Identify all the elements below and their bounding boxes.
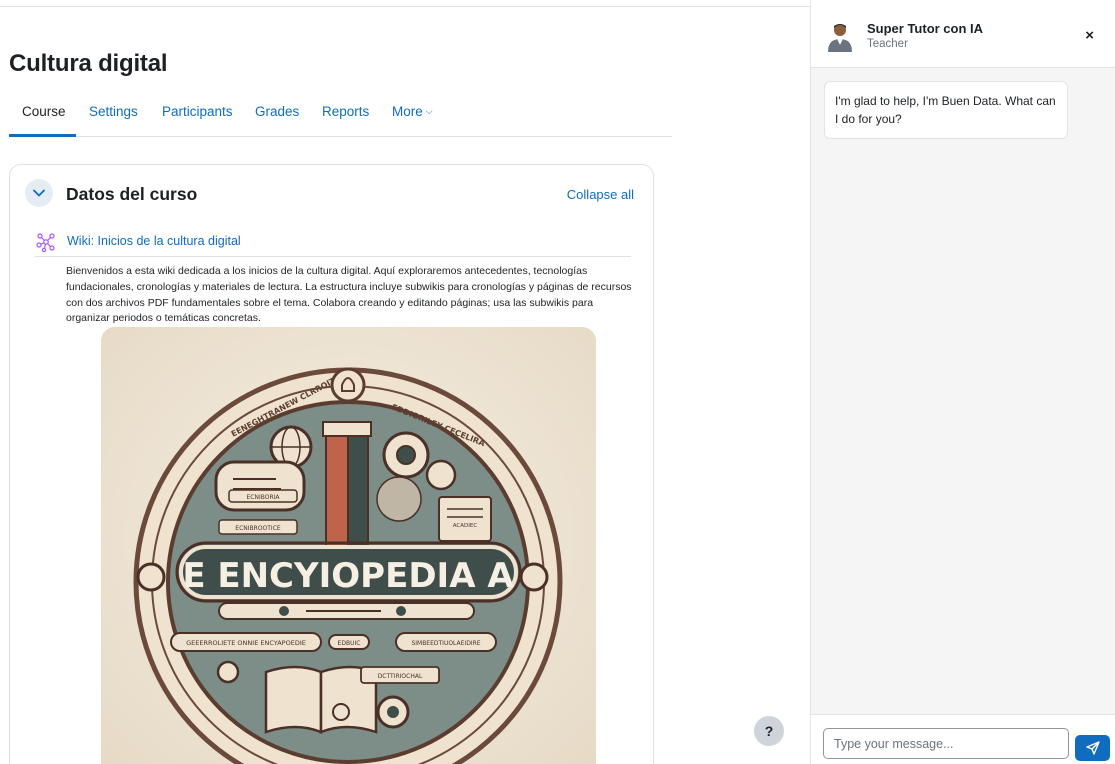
chat-message-input[interactable] — [823, 728, 1069, 759]
activity-description: Bienvenidos a esta wiki dedicada a los i… — [66, 265, 632, 325]
activity-wiki: Wiki: Inicios de la cultura digital — [35, 231, 631, 257]
section-collapse-button[interactable] — [25, 179, 53, 207]
close-drawer-button[interactable]: × — [1085, 28, 1094, 43]
tab-settings[interactable]: Settings — [89, 104, 138, 119]
wiki-icon — [36, 233, 55, 253]
close-icon: × — [1085, 27, 1094, 44]
tab-participants[interactable]: Participants — [162, 104, 233, 119]
chevron-down-icon: ⌵ — [425, 106, 433, 116]
encyclopedia-illustration: EENEGHTRANEW CLRROITONIE EDDIORILEY CECE… — [101, 327, 596, 764]
chat-composer — [811, 714, 1115, 764]
tutor-name: Super Tutor con IA — [867, 21, 984, 36]
send-message-button[interactable] — [1075, 735, 1110, 761]
send-icon — [1085, 741, 1100, 755]
drawer-header: Super Tutor con IA Teacher × — [811, 0, 1115, 68]
illustration-label-5: EDBUIC — [338, 640, 361, 647]
section-title: Datos del curso — [66, 184, 198, 204]
collapse-all-link[interactable]: Collapse all — [567, 187, 634, 202]
page-title: Cultura digital — [9, 50, 168, 77]
illustration-label-6: SIMBEEDTIUOLAEIDIRE — [411, 640, 480, 647]
tab-reports[interactable]: Reports — [322, 104, 369, 119]
tab-grades[interactable]: Grades — [255, 104, 299, 119]
tab-more[interactable]: More ⌵ — [392, 104, 433, 119]
tutor-avatar — [828, 24, 852, 52]
illustration-label-4: GEEERROLIETE ONNIE ENCYAPOEDIE — [186, 639, 306, 647]
illustration-label-1: ECNIBORIA — [246, 494, 280, 501]
illustration-banner-text: E ENCYIOPEDIA A — [182, 556, 514, 596]
illustration-label-2: ECNIBROOTICE — [235, 525, 281, 532]
wiki-illustration: EENEGHTRANEW CLRROITONIE EDDIORILEY CECE… — [101, 327, 596, 764]
course-tabs: Course Settings Participants Grades Repo… — [9, 96, 672, 137]
tab-more-label: More — [392, 104, 423, 119]
active-tab-indicator — [9, 134, 76, 137]
wiki-activity-link[interactable]: Wiki: Inicios de la cultura digital — [67, 234, 241, 248]
illustration-label-7: DCTTIRIOCHAL — [378, 673, 423, 680]
tutor-role: Teacher — [867, 38, 908, 50]
chevron-down-icon — [33, 189, 45, 197]
chat-message-bubble: I'm glad to help, I'm Buen Data. What ca… — [824, 81, 1068, 139]
illustration-label-3: ACADIEC — [453, 523, 478, 529]
tab-course[interactable]: Course — [22, 104, 66, 119]
course-section-card: Datos del curso Collapse all Wiki: Inici… — [9, 164, 654, 764]
ai-tutor-drawer: Super Tutor con IA Teacher × I'm glad to… — [810, 0, 1115, 764]
help-button[interactable]: ? — [754, 716, 784, 746]
course-main: Cultura digital Course Settings Particip… — [0, 0, 810, 764]
